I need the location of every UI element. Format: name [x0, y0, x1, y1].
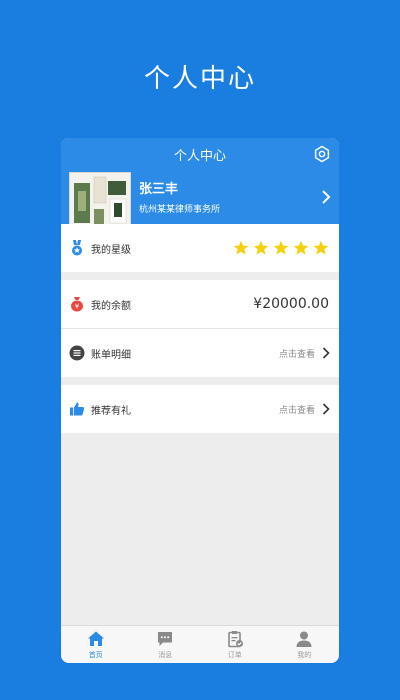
rating-row: 我的星级 — [61, 224, 339, 272]
star-icon — [233, 240, 249, 255]
tab-messages[interactable]: 消息 — [131, 626, 201, 663]
tab-label: 消息 — [158, 650, 173, 659]
profile-name: 张三丰 — [139, 182, 179, 197]
tab-orders[interactable]: 订单 — [200, 626, 270, 663]
referral-row[interactable]: 推荐有礼 点击查看 — [61, 385, 339, 433]
star-icon — [313, 240, 329, 255]
tab-bar: 首页 消息 订单 我的 — [61, 625, 339, 663]
balance-value: ¥20000.00 — [253, 296, 329, 312]
chevron-right-icon — [322, 403, 330, 415]
medal-icon — [72, 240, 82, 256]
bill-hint: 点击查看 — [278, 349, 315, 360]
order-icon — [227, 630, 243, 647]
settings-icon[interactable] — [313, 145, 331, 163]
hero-title: 个人中心 — [143, 64, 256, 94]
phone-screen: 个人中心 张三丰 杭州某某律师事务所 我的星级 ¥ 我的余额 ¥20000.00… — [61, 138, 339, 663]
tab-label: 首页 — [88, 650, 103, 659]
nav-title: 个人中心 — [173, 148, 226, 164]
user-icon — [296, 631, 312, 647]
profile-company: 杭州某某律师事务所 — [139, 205, 221, 215]
balance-label: 我的余额 — [91, 300, 131, 312]
svg-text:¥: ¥ — [75, 303, 80, 311]
money-bag-icon: ¥ — [71, 297, 83, 312]
tab-profile[interactable]: 我的 — [270, 626, 340, 663]
nav-bar: 个人中心 — [61, 138, 339, 170]
bill-row[interactable]: 账单明细 点击查看 — [61, 329, 339, 377]
star-icon — [253, 240, 269, 255]
chevron-right-icon — [322, 347, 330, 359]
bill-label: 账单明细 — [91, 349, 131, 361]
profile-card[interactable]: 张三丰 杭州某某律师事务所 — [61, 170, 339, 232]
star-rating — [233, 240, 329, 256]
list-icon — [69, 345, 85, 361]
referral-label: 推荐有礼 — [91, 405, 131, 417]
avatar[interactable] — [69, 172, 131, 232]
tab-label: 我的 — [297, 650, 312, 659]
star-icon — [293, 240, 309, 255]
referral-hint: 点击查看 — [278, 405, 315, 416]
rating-label: 我的星级 — [91, 244, 131, 256]
chevron-right-icon[interactable] — [321, 190, 331, 204]
tab-label: 订单 — [227, 650, 242, 659]
star-icon — [273, 240, 289, 255]
thumbs-up-icon — [70, 402, 85, 416]
message-icon — [158, 631, 173, 646]
balance-row[interactable]: ¥ 我的余额 ¥20000.00 — [61, 280, 339, 328]
tab-home[interactable]: 首页 — [61, 626, 131, 663]
home-icon — [87, 631, 104, 646]
